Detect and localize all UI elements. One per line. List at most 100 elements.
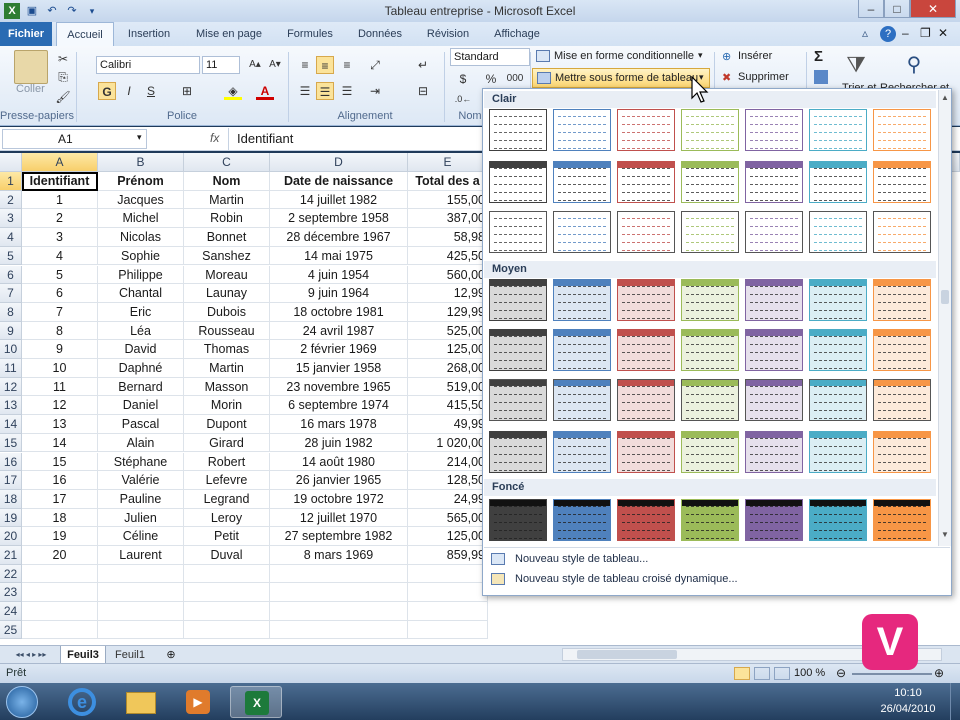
table-style-swatch[interactable]: [745, 499, 803, 541]
table-cell[interactable]: 8: [22, 321, 98, 341]
table-cell[interactable]: 28 juin 1982: [270, 433, 408, 453]
new-pivot-style-item[interactable]: Nouveau style de tableau croisé dynamiqu…: [515, 573, 738, 585]
gallery-scrollbar[interactable]: ▲ ▼: [938, 90, 951, 546]
table-cell[interactable]: Robin: [184, 209, 270, 229]
table-style-swatch[interactable]: [617, 499, 675, 541]
table-cell[interactable]: 49,99: [408, 415, 488, 434]
table-cell[interactable]: [22, 620, 98, 640]
table-style-swatch[interactable]: [809, 279, 867, 321]
table-cell[interactable]: Girard: [184, 433, 270, 453]
table-cell[interactable]: 1 020,00: [408, 433, 488, 453]
table-style-swatch[interactable]: [553, 499, 611, 541]
table-style-swatch[interactable]: [681, 161, 739, 203]
table-cell[interactable]: 17: [22, 489, 98, 509]
zoom-out-icon[interactable]: ⊖: [836, 666, 846, 680]
row-header[interactable]: 6: [0, 265, 22, 285]
table-cell[interactable]: Masson: [184, 377, 270, 397]
table-cell[interactable]: 565,00: [408, 508, 488, 528]
table-cell[interactable]: Stéphane: [98, 452, 184, 472]
row-header[interactable]: 4: [0, 228, 22, 247]
table-cell[interactable]: 15 janvier 1958: [270, 359, 408, 378]
table-style-swatch[interactable]: [553, 161, 611, 203]
table-cell[interactable]: 58,98: [408, 228, 488, 247]
tab-accueil[interactable]: Accueil: [56, 22, 114, 46]
sheet-nav-arrows-icon[interactable]: ◂◂ ◂ ▸ ▸▸: [4, 646, 58, 664]
align-bottom-icon[interactable]: ≡: [338, 56, 356, 74]
table-cell[interactable]: [22, 602, 98, 621]
table-style-swatch[interactable]: [873, 161, 931, 203]
table-style-swatch[interactable]: [681, 109, 739, 151]
zoom-in-icon[interactable]: ⊕: [934, 666, 944, 680]
align-top-icon[interactable]: ≡: [296, 56, 314, 74]
internet-explorer-icon[interactable]: e: [56, 686, 108, 718]
table-cell[interactable]: Rousseau: [184, 321, 270, 341]
maximize-button[interactable]: □: [884, 0, 910, 18]
table-cell[interactable]: Laurent: [98, 546, 184, 565]
table-cell[interactable]: 6 septembre 1974: [270, 396, 408, 416]
table-cell[interactable]: Nicolas: [98, 228, 184, 247]
table-style-swatch[interactable]: [809, 161, 867, 203]
start-button[interactable]: [6, 686, 38, 718]
row-header[interactable]: 9: [0, 321, 22, 341]
table-style-swatch[interactable]: [617, 279, 675, 321]
row-header[interactable]: 15: [0, 433, 22, 453]
align-center-icon[interactable]: ☰: [316, 82, 334, 100]
table-cell[interactable]: [408, 620, 488, 640]
table-cell[interactable]: Pauline: [98, 489, 184, 509]
table-style-swatch[interactable]: [617, 161, 675, 203]
scroll-up-icon[interactable]: ▲: [941, 93, 949, 102]
table-cell[interactable]: [22, 564, 98, 584]
table-cell[interactable]: Duval: [184, 546, 270, 565]
table-cell[interactable]: 20: [22, 546, 98, 565]
grow-font-icon[interactable]: A▴: [246, 56, 264, 74]
table-cell[interactable]: Philippe: [98, 265, 184, 285]
row-header[interactable]: 22: [0, 564, 22, 584]
table-style-swatch[interactable]: [873, 329, 931, 371]
wrap-text-icon[interactable]: ↵: [414, 56, 432, 74]
table-cell[interactable]: 425,50: [408, 246, 488, 266]
row-header[interactable]: 24: [0, 602, 22, 621]
tab-affichage[interactable]: Affichage: [486, 22, 548, 46]
table-cell[interactable]: 2 février 1969: [270, 340, 408, 359]
page-break-icon[interactable]: [774, 667, 790, 680]
copy-icon[interactable]: ⎘: [54, 68, 72, 86]
normal-view-icon[interactable]: [734, 667, 750, 680]
table-cell[interactable]: 10: [22, 359, 98, 378]
conditional-format-button[interactable]: Mise en forme conditionnelle: [554, 50, 694, 62]
table-style-swatch[interactable]: [873, 109, 931, 151]
table-cell[interactable]: 4 juin 1954: [270, 265, 408, 285]
column-header-b[interactable]: B: [98, 153, 184, 172]
row-header[interactable]: 11: [0, 359, 22, 378]
table-cell[interactable]: 23 novembre 1965: [270, 377, 408, 397]
table-cell[interactable]: [98, 602, 184, 621]
table-cell[interactable]: Dupont: [184, 415, 270, 434]
table-cell[interactable]: Michel: [98, 209, 184, 229]
borders-icon[interactable]: ⊞: [178, 82, 196, 100]
table-cell[interactable]: Céline: [98, 527, 184, 546]
table-cell[interactable]: Dubois: [184, 302, 270, 322]
table-cell[interactable]: 560,00: [408, 265, 488, 285]
table-cell[interactable]: David: [98, 340, 184, 359]
table-cell[interactable]: 24 avril 1987: [270, 321, 408, 341]
table-cell[interactable]: 11: [22, 377, 98, 397]
explorer-folder-icon[interactable]: [114, 686, 166, 718]
column-header-c[interactable]: C: [184, 153, 270, 172]
ribbon-collapse-icon[interactable]: ▵: [862, 26, 878, 42]
table-style-swatch[interactable]: [809, 499, 867, 541]
select-all-corner[interactable]: [0, 153, 22, 172]
table-style-swatch[interactable]: [617, 329, 675, 371]
table-cell[interactable]: Valérie: [98, 471, 184, 490]
row-header[interactable]: 13: [0, 396, 22, 416]
paste-icon[interactable]: [14, 50, 48, 84]
table-cell[interactable]: 125,00: [408, 527, 488, 546]
table-cell[interactable]: 16: [22, 471, 98, 490]
table-cell[interactable]: 9 juin 1964: [270, 284, 408, 303]
table-style-swatch[interactable]: [553, 109, 611, 151]
doc-minimize-button[interactable]: ‒: [902, 26, 916, 40]
table-cell[interactable]: 415,50: [408, 396, 488, 416]
table-cell[interactable]: 13: [22, 415, 98, 434]
table-style-swatch[interactable]: [489, 161, 547, 203]
media-player-icon[interactable]: ▶: [172, 686, 224, 718]
table-header-cell[interactable]: Date de naissance: [270, 172, 408, 191]
chevron-down-icon[interactable]: ▾: [137, 132, 142, 143]
